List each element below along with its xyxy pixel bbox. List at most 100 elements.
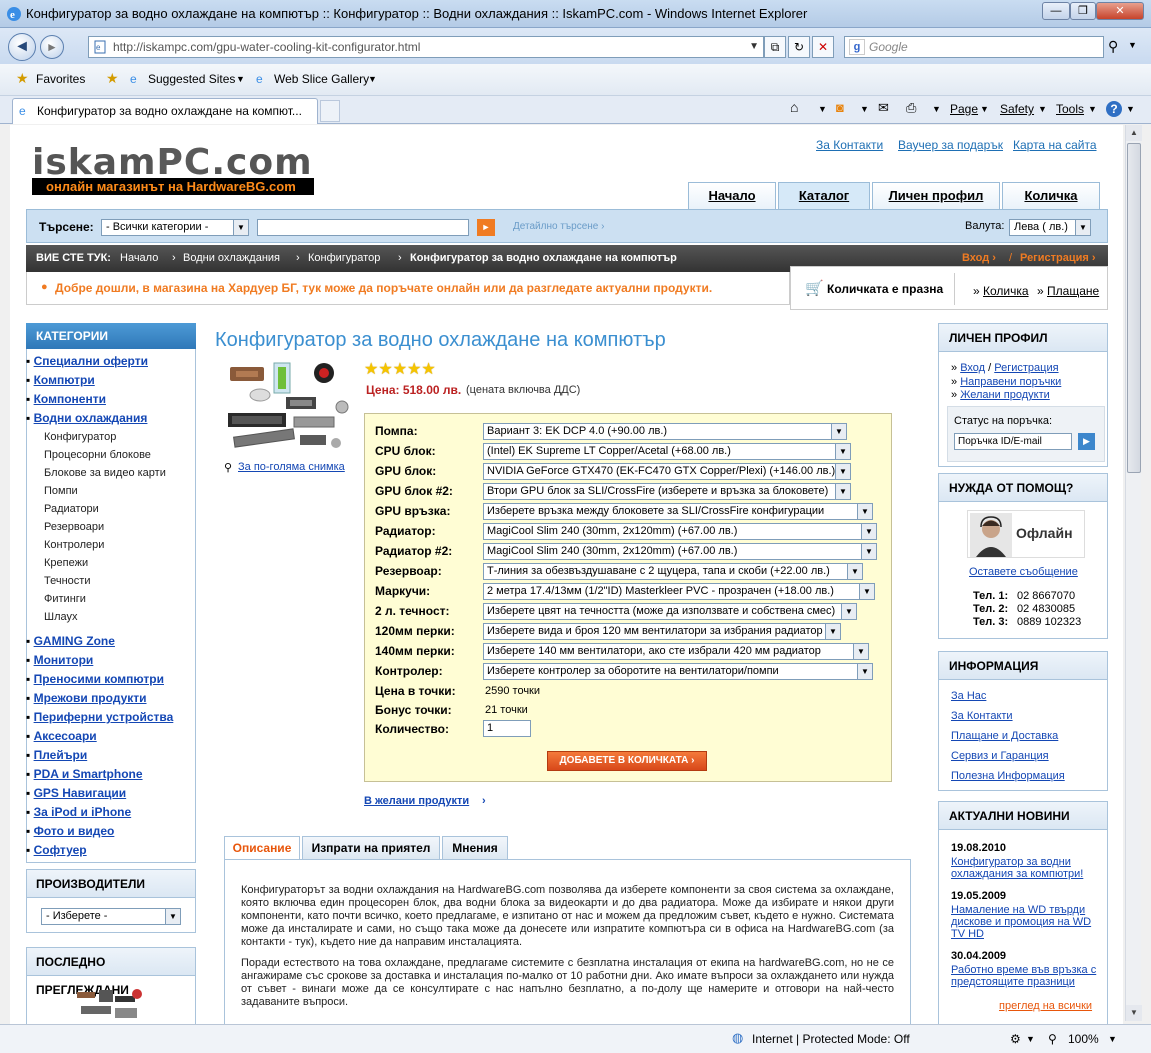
config-select-controller[interactable]: Изберете контролер за оборотите на венти… (483, 663, 873, 680)
config-select-fans140[interactable]: Изберете 140 мм вентилатори, ако сте изб… (483, 643, 869, 660)
config-select-reservoir[interactable]: Т-линия за обезвъздушаване с 2 щуцера, т… (483, 563, 863, 580)
search-go-button[interactable]: ► (477, 219, 495, 236)
category-item[interactable]: ▪ Плейъри (26, 748, 87, 762)
minimize-button[interactable]: — (1042, 2, 1070, 20)
refresh-icon[interactable]: ↻ (788, 36, 810, 58)
chevron-down-icon[interactable]: ▼ (980, 104, 989, 114)
web-slice-gallery-button[interactable]: Web Slice Gallery (274, 72, 369, 86)
tab-profile[interactable]: Личен профил (872, 182, 1000, 209)
chevron-down-icon[interactable]: ▼ (932, 104, 941, 114)
new-tab-button[interactable] (320, 100, 340, 122)
compat-view-icon[interactable]: ⧉ (764, 36, 786, 58)
recent-product-thumbnail[interactable] (75, 986, 147, 1025)
chevron-down-icon[interactable]: ▼ (1038, 104, 1047, 114)
order-status-go-button[interactable]: ▶ (1078, 433, 1095, 450)
cart-link[interactable]: Количка (983, 284, 1029, 298)
chevron-down-icon[interactable]: ▼ (368, 74, 377, 84)
add-favorite-icon[interactable]: ★ (106, 70, 119, 87)
favorites-button[interactable]: Favorites (36, 72, 85, 86)
zoom-level[interactable]: 100% (1068, 1032, 1099, 1046)
manufacturers-select[interactable]: - Изберете - ▼ (41, 908, 181, 925)
pay-link[interactable]: Плащане (1047, 284, 1099, 298)
config-select-gpu-link[interactable]: Изберете връзка между блоковете за SLI/C… (483, 503, 873, 520)
product-image[interactable] (224, 361, 360, 461)
url-dropdown-icon[interactable]: ▼ (749, 37, 759, 57)
config-select-gpu[interactable]: NVIDIA GeForce GTX470 (EK-FC470 GTX Copp… (483, 463, 851, 480)
info-link[interactable]: Плащане и Доставка (951, 730, 1058, 742)
print-icon[interactable]: ⎙ (906, 100, 916, 116)
info-link[interactable]: За Контакти (951, 710, 1013, 722)
subcategory-item[interactable]: Процесорни блокове (44, 449, 151, 461)
profile-register-link[interactable]: Регистрация (994, 362, 1058, 374)
config-select-tubing[interactable]: 2 метра 17.4/13мм (1/2"ID) Masterkleer P… (483, 583, 875, 600)
crumb-water[interactable]: Водни охлаждания (183, 245, 280, 272)
subcategory-item[interactable]: Радиатори (44, 503, 99, 515)
tab-catalog[interactable]: Каталог (778, 182, 870, 209)
chevron-down-icon[interactable]: ▼ (1088, 104, 1097, 114)
forward-button[interactable]: ► (40, 35, 64, 59)
category-item[interactable]: ▪ Преносими компютри (26, 672, 164, 686)
cart-link-wrap[interactable]: » Количка (973, 284, 1029, 298)
chevron-down-icon[interactable]: ▼ (1026, 1034, 1035, 1044)
category-item[interactable]: ▪ PDA и Smartphone (26, 767, 143, 781)
subcategory-item[interactable]: Помпи (44, 485, 78, 497)
search-go-icon[interactable]: ⚲ (1108, 38, 1118, 55)
info-link[interactable]: Сервиз и Гаранция (951, 750, 1049, 762)
search-category-select[interactable]: - Всички категории - ▼ (101, 219, 249, 236)
category-item[interactable]: ▪ GPS Навигации (26, 786, 126, 800)
site-logo[interactable]: iskamPC.com (32, 142, 313, 183)
search-box[interactable]: g Google (844, 36, 1104, 58)
subcategory-item[interactable]: Контролери (44, 539, 104, 551)
vertical-scrollbar[interactable]: ▲ ▼ (1125, 125, 1142, 1021)
page-menu[interactable]: Page (950, 102, 978, 116)
home-icon[interactable]: ⌂ (790, 99, 798, 115)
config-select-radiator2[interactable]: MagiCool Slim 240 (30mm, 2x120mm) (+67.0… (483, 543, 877, 560)
all-news-link[interactable]: преглед на всички (999, 1000, 1092, 1012)
category-item[interactable]: ▪ Мрежови продукти (26, 691, 147, 705)
url-field[interactable]: e http://iskampc.com/gpu-water-cooling-k… (88, 36, 764, 58)
pay-link-wrap[interactable]: » Плащане (1037, 284, 1099, 298)
security-icon[interactable]: ⚙ (1010, 1032, 1021, 1046)
profile-login-link[interactable]: Вход (960, 362, 985, 374)
tab-reviews[interactable]: Мнения (442, 836, 508, 860)
close-window-button[interactable]: ✕ (1096, 2, 1144, 20)
crumb-home[interactable]: Начало (120, 245, 158, 272)
chevron-down-icon[interactable]: ▼ (1108, 1034, 1117, 1044)
mail-icon[interactable]: ✉ (878, 100, 889, 116)
qty-input[interactable]: 1 (483, 720, 531, 737)
chevron-down-icon[interactable]: ▼ (818, 104, 827, 114)
config-select-fluid[interactable]: Изберете цвят на течността (може да изпо… (483, 603, 857, 620)
help-icon[interactable]: ? (1106, 101, 1122, 117)
category-item[interactable]: ▪ GAMING Zone (26, 634, 115, 648)
news-link[interactable]: Намаление на WD твърди дискове и промоци… (951, 904, 1101, 940)
search-options-icon[interactable]: ▼ (1128, 40, 1137, 50)
restore-button[interactable]: ❐ (1070, 2, 1096, 20)
leave-message-link[interactable]: Оставете съобщение (969, 566, 1078, 578)
wishlist-link[interactable]: В желани продукти (364, 795, 469, 807)
zoom-icon[interactable]: ⚲ (1048, 1032, 1057, 1046)
subcategory-item[interactable]: Конфигуратор (44, 431, 116, 443)
config-select-fans120[interactable]: Изберете вида и броя 120 мм вентилатори … (483, 623, 841, 640)
category-item[interactable]: ▪ Компютри (26, 373, 95, 387)
top-link-voucher[interactable]: Ваучер за подарък (898, 138, 1003, 152)
rss-icon[interactable]: ◙ (836, 100, 844, 115)
config-select-cpu[interactable]: (Intel) EK Supreme LT Copper/Acetal (+68… (483, 443, 851, 460)
order-status-input[interactable]: Поръчка ID/E-mail (954, 433, 1072, 450)
scroll-down-icon[interactable]: ▼ (1126, 1005, 1142, 1021)
add-to-cart-button[interactable]: ДОБАВЕТЕ В КОЛИЧКАТА › (547, 751, 707, 771)
category-item[interactable]: ▪ Компоненти (26, 392, 106, 406)
profile-wishlist-link[interactable]: Желани продукти (960, 389, 1050, 401)
advanced-search-link[interactable]: Детайлно търсене › (513, 221, 604, 232)
news-link[interactable]: Конфигуратор за водни охлаждания за комп… (951, 856, 1101, 880)
subcategory-item[interactable]: Резервоари (44, 521, 104, 533)
category-item[interactable]: ▪ Софтуер (26, 843, 87, 857)
tab-send-friend[interactable]: Изпрати на приятел (302, 836, 440, 860)
category-item[interactable]: ▪ Периферни устройства (26, 710, 173, 724)
tools-menu[interactable]: Tools (1056, 102, 1084, 116)
suggested-sites-button[interactable]: Suggested Sites (148, 72, 235, 86)
info-link[interactable]: Полезна Информация (951, 770, 1065, 782)
category-item[interactable]: ▪ За iPod и iPhone (26, 805, 131, 819)
back-button[interactable]: ◄ (8, 33, 36, 61)
info-link[interactable]: За Нас (951, 690, 986, 702)
top-link-sitemap[interactable]: Карта на сайта (1013, 138, 1097, 152)
